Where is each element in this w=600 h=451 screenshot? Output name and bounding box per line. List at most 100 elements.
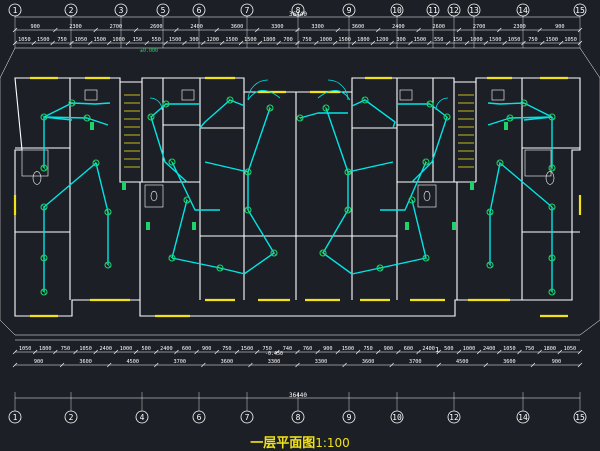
- small-mark: 1: [435, 346, 439, 354]
- axis-label-bottom-10: 10: [392, 413, 402, 422]
- bottom-dimension-row-2-label-1: 3600: [79, 359, 92, 365]
- distribution-box-4: [122, 182, 126, 190]
- floor-plan-drawing: 1 2 3 5 6 7 8 9 10 11 12 13 14 151 2 4 6 7 8 9 10 12 14 1536440…: [0, 0, 600, 450]
- distribution-box-1: [192, 222, 196, 230]
- top-dimension-row-2-label-19: 1200: [376, 37, 389, 43]
- bottom-dimension-row-1-label-1: 1800: [39, 346, 52, 352]
- bottom-dimension-row-1-label-19: 600: [404, 346, 413, 352]
- axis-label-top-11: 11: [428, 6, 438, 15]
- bottom-dimension-row-1-label-23: 2400: [483, 346, 496, 352]
- bottom-dimension-row-1-label-25: 750: [525, 346, 534, 352]
- top-total-label: 36440: [289, 11, 307, 18]
- top-dimension-row-2-label-8: 1500: [169, 37, 182, 43]
- top-dimension-row-2-label-12: 1500: [244, 37, 257, 43]
- axis-label-top-10: 10: [392, 6, 402, 15]
- top-dimension-row-1-label-4: 2400: [190, 24, 203, 30]
- level-mark-bottom: -0.450: [265, 351, 283, 357]
- axis-label-top-2: 2: [69, 6, 74, 15]
- top-dimension-row-2-label-24: 1000: [470, 37, 483, 43]
- top-dimension-row-2-label-21: 1500: [414, 37, 427, 43]
- axis-label-bottom-4: 4: [140, 413, 145, 422]
- bottom-dimension-row-1-label-16: 1500: [342, 346, 355, 352]
- bottom-dimension-row-1-label-27: 1050: [564, 346, 577, 352]
- top-dimension-row-1-label-3: 2600: [150, 24, 163, 30]
- axis-label-top-14: 14: [518, 6, 528, 15]
- top-dimension-row-2-label-13: 1800: [263, 37, 276, 43]
- bottom-dimension-row-2-label-8: 3700: [409, 359, 422, 365]
- top-dimension-row-1-label-2: 2700: [110, 24, 123, 30]
- top-dimension-row-2-label-17: 1500: [338, 37, 351, 43]
- top-dimension-row-2-label-16: 1000: [320, 37, 333, 43]
- bottom-dimension-row-1-label-3: 1050: [79, 346, 92, 352]
- axis-label-top-9: 9: [347, 6, 352, 15]
- drawing-title: 一层平面图1:100: [0, 432, 600, 451]
- top-dimension-row-2-label-2: 750: [57, 37, 66, 43]
- top-dimension-row-2-label-7: 550: [152, 37, 161, 43]
- axis-label-bottom-7: 7: [245, 413, 250, 422]
- top-dimension-row-2-label-27: 750: [528, 37, 537, 43]
- bottom-dimension-row-2-label-5: 3300: [268, 359, 281, 365]
- axis-label-bottom-6: 6: [197, 413, 202, 422]
- distribution-box-7: [504, 122, 508, 130]
- bottom-dimension-row-1-label-17: 750: [363, 346, 372, 352]
- top-dimension-row-2-label-5: 1000: [112, 37, 125, 43]
- axis-label-top-13: 13: [469, 6, 479, 15]
- top-dimension-row-1-label-5: 3600: [231, 24, 244, 30]
- top-dimension-row-1-label-7: 3300: [311, 24, 324, 30]
- axis-label-top-7: 7: [245, 6, 250, 15]
- axis-label-bottom-1: 1: [13, 413, 18, 422]
- bottom-dimension-row-2-label-6: 3300: [315, 359, 328, 365]
- top-dimension-row-2-label-20: 300: [396, 37, 405, 43]
- bottom-dimension-row-2-label-7: 3600: [362, 359, 375, 365]
- bottom-dimension-row-1-label-7: 2400: [160, 346, 173, 352]
- axis-label-top-12: 12: [449, 6, 459, 15]
- top-dimension-row-2-label-29: 1050: [564, 37, 577, 43]
- bottom-dimension-row-1-label-10: 750: [222, 346, 231, 352]
- top-dimension-row-2-label-1: 1500: [37, 37, 50, 43]
- top-dimension-row-2-label-18: 1800: [357, 37, 370, 43]
- bottom-dimension-row-2-label-9: 4500: [456, 359, 469, 365]
- bottom-dimension-row-1-label-20: 2400: [422, 346, 435, 352]
- bottom-dimension-row-2-label-11: 900: [552, 359, 561, 365]
- bottom-dimension-row-1-label-21: 500: [444, 346, 453, 352]
- axis-label-top-15: 15: [575, 6, 585, 15]
- distribution-box-2: [405, 222, 409, 230]
- axis-label-bottom-2: 2: [69, 413, 74, 422]
- bottom-dimension-row-2-label-3: 3700: [174, 359, 187, 365]
- top-dimension-row-2-label-23: 150: [453, 37, 462, 43]
- top-dimension-row-2-label-15: 750: [302, 37, 311, 43]
- top-dimension-row-2-label-6: 150: [133, 37, 142, 43]
- top-dimension-row-2-label-3: 1050: [75, 37, 88, 43]
- bottom-dimension-row-1-label-13: 740: [283, 346, 292, 352]
- axis-label-top-3: 3: [119, 6, 124, 15]
- bottom-dimension-row-1-label-22: 1000: [463, 346, 476, 352]
- axis-label-top-5: 5: [161, 6, 166, 15]
- top-dimension-row-2-label-14: 700: [283, 37, 292, 43]
- bottom-dimension-row-1-label-8: 600: [182, 346, 191, 352]
- bottom-dimension-row-2-label-2: 4500: [126, 359, 139, 365]
- top-dimension-row-1-label-6: 3300: [271, 24, 284, 30]
- level-mark-top: ±0.000: [140, 48, 158, 54]
- distribution-box-6: [90, 122, 94, 130]
- bottom-dimension-row-1-label-14: 760: [303, 346, 312, 352]
- bottom-dimension-row-1-label-9: 900: [202, 346, 211, 352]
- axis-label-bottom-12: 12: [449, 413, 459, 422]
- top-dimension-row-2-label-22: 550: [434, 37, 443, 43]
- bottom-dimension-row-1-label-18: 900: [384, 346, 393, 352]
- axis-label-top-6: 6: [197, 6, 202, 15]
- top-dimension-row-1-label-10: 2600: [433, 24, 446, 30]
- top-dimension-row-2-label-25: 1500: [489, 37, 502, 43]
- bottom-dimension-row-1-label-2: 750: [61, 346, 70, 352]
- axis-label-bottom-14: 14: [518, 413, 528, 422]
- axis-label-bottom-8: 8: [296, 413, 301, 422]
- top-dimension-row-2-label-0: 1050: [18, 37, 31, 43]
- bottom-dimension-row-1-label-11: 1500: [241, 346, 254, 352]
- top-dimension-row-2-label-4: 1500: [94, 37, 107, 43]
- axis-label-top-1: 1: [13, 6, 18, 15]
- top-dimension-row-2-label-26: 1050: [508, 37, 521, 43]
- bottom-total-label: 36440: [289, 392, 307, 399]
- top-dimension-row-2-label-9: 300: [189, 37, 198, 43]
- axis-label-bottom-15: 15: [575, 413, 585, 422]
- top-dimension-row-2-label-10: 1200: [207, 37, 220, 43]
- bottom-dimension-row-2-label-0: 900: [34, 359, 43, 365]
